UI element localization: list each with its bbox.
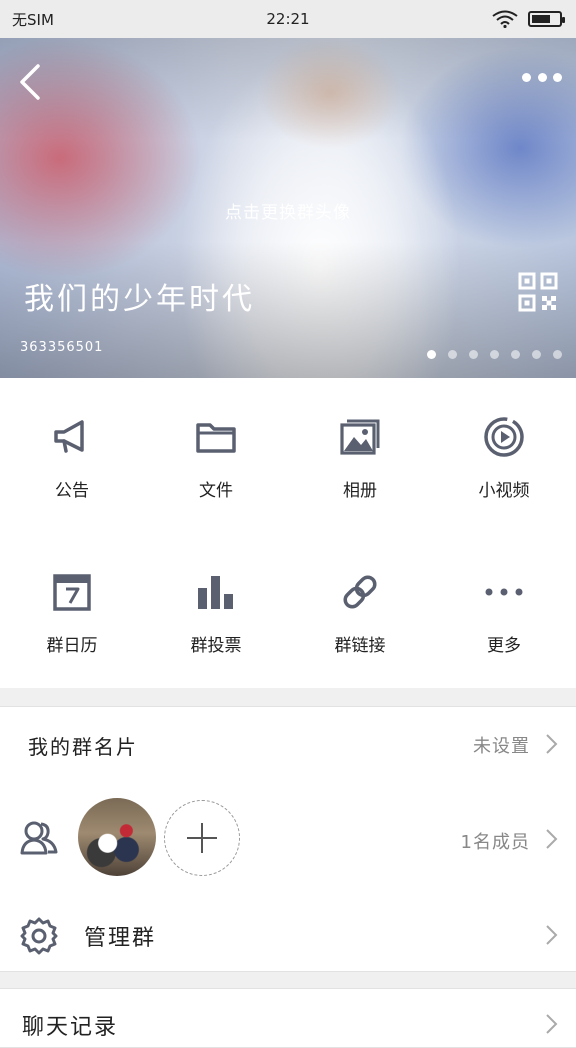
- folder-icon: [196, 423, 236, 453]
- grid-item-label: 小视频: [478, 481, 530, 501]
- chat-history-title: 聊天记录: [22, 1015, 119, 1040]
- page-dot[interactable]: [490, 350, 499, 359]
- battery-icon: [528, 11, 565, 27]
- grid-item-more[interactable]: 更多: [432, 533, 576, 688]
- grid-item-calendar[interactable]: 群日历: [0, 533, 144, 688]
- grid-item-link[interactable]: 群链接: [288, 533, 432, 688]
- megaphone-icon: [54, 420, 84, 453]
- group-name: 我们的少年时代: [24, 282, 255, 317]
- grid-item-label: 文件: [199, 481, 233, 501]
- feature-grid: 公告 文件 相册 小视频 群日历 群投票 群链接 更多: [0, 378, 576, 688]
- poll-icon: [198, 576, 233, 609]
- group-header-banner[interactable]: 点击更换群头像 我们的少年时代 363356501: [0, 38, 576, 378]
- clock: 22:21: [266, 10, 310, 28]
- grid-item-label: 相册: [343, 481, 377, 501]
- grid-item-label: 更多: [487, 636, 521, 656]
- change-avatar-hint[interactable]: 点击更换群头像: [0, 198, 576, 223]
- plus-icon: [187, 823, 217, 853]
- add-member-button[interactable]: [164, 800, 240, 876]
- grid-item-label: 群链接: [334, 636, 386, 656]
- member-count: 1名成员: [460, 832, 530, 853]
- grid-item-album[interactable]: 相册: [288, 378, 432, 533]
- grid-item-poll[interactable]: 群投票: [144, 533, 288, 688]
- link-icon: [343, 575, 377, 609]
- grid-item-files[interactable]: 文件: [144, 378, 288, 533]
- my-group-card-title: 我的群名片: [28, 735, 138, 759]
- page-dot[interactable]: [532, 350, 541, 359]
- chat-history-row[interactable]: 聊天记录: [0, 988, 576, 1048]
- page-dot[interactable]: [448, 350, 457, 359]
- manage-group-title: 管理群: [84, 926, 157, 951]
- back-icon[interactable]: [14, 62, 48, 102]
- page-indicator: [427, 350, 562, 359]
- members-row[interactable]: 1名成员: [0, 780, 576, 899]
- chevron-right-icon: [546, 829, 558, 849]
- album-icon: [340, 419, 380, 455]
- grid-item-label: 公告: [55, 481, 89, 501]
- status-bar: 无SIM 22:21: [0, 0, 576, 38]
- wifi-icon: [492, 10, 518, 28]
- more-options-icon[interactable]: [522, 68, 562, 86]
- grid-item-short-video[interactable]: 小视频: [432, 378, 576, 533]
- page-dot[interactable]: [511, 350, 520, 359]
- grid-item-announcement[interactable]: 公告: [0, 378, 144, 533]
- settings-gear-icon: [20, 917, 58, 955]
- my-group-card-row[interactable]: 我的群名片 未设置: [0, 706, 576, 781]
- qr-code-icon[interactable]: [518, 272, 558, 312]
- my-group-card-value: 未设置: [473, 736, 530, 757]
- grid-item-label: 群日历: [46, 636, 98, 656]
- chevron-right-icon: [546, 1014, 558, 1034]
- chevron-right-icon: [546, 925, 558, 945]
- page-dot[interactable]: [553, 350, 562, 359]
- page-dot[interactable]: [469, 350, 478, 359]
- more-icon: [485, 588, 523, 596]
- members-icon: [20, 821, 58, 855]
- video-icon: [484, 417, 524, 457]
- manage-group-row[interactable]: 管理群: [0, 898, 576, 972]
- page-dot[interactable]: [427, 350, 436, 359]
- grid-item-label: 群投票: [190, 636, 242, 656]
- group-id: 363356501: [20, 340, 104, 355]
- member-avatar[interactable]: [78, 798, 156, 876]
- chevron-right-icon: [546, 734, 558, 754]
- calendar-icon: [53, 574, 91, 611]
- carrier-label: 无SIM: [12, 10, 54, 29]
